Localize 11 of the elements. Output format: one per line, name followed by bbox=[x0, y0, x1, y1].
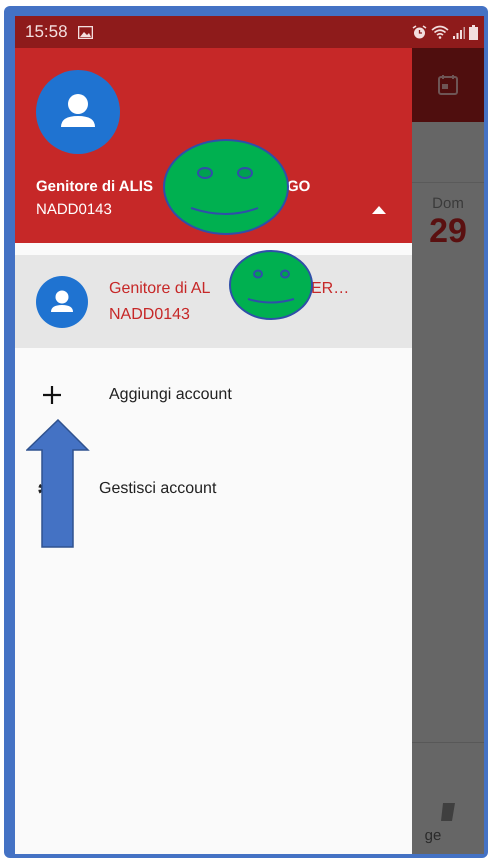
nav-label: ge bbox=[424, 827, 442, 844]
account-name: Genitore di ALIS bbox=[36, 178, 154, 195]
menu-item[interactable]: Gestisci account bbox=[15, 442, 412, 536]
status-time: 15:58 bbox=[25, 22, 68, 42]
account-name: GO bbox=[287, 178, 310, 195]
account-code: NADD0143 bbox=[109, 306, 191, 324]
account-name: ER… bbox=[311, 280, 350, 298]
account-code: NADD0143 bbox=[36, 201, 112, 218]
date-number: 29 bbox=[429, 212, 467, 251]
account-name: Genitore di AL bbox=[109, 280, 212, 298]
menu-item[interactable]: Aggiungi account bbox=[15, 348, 412, 442]
